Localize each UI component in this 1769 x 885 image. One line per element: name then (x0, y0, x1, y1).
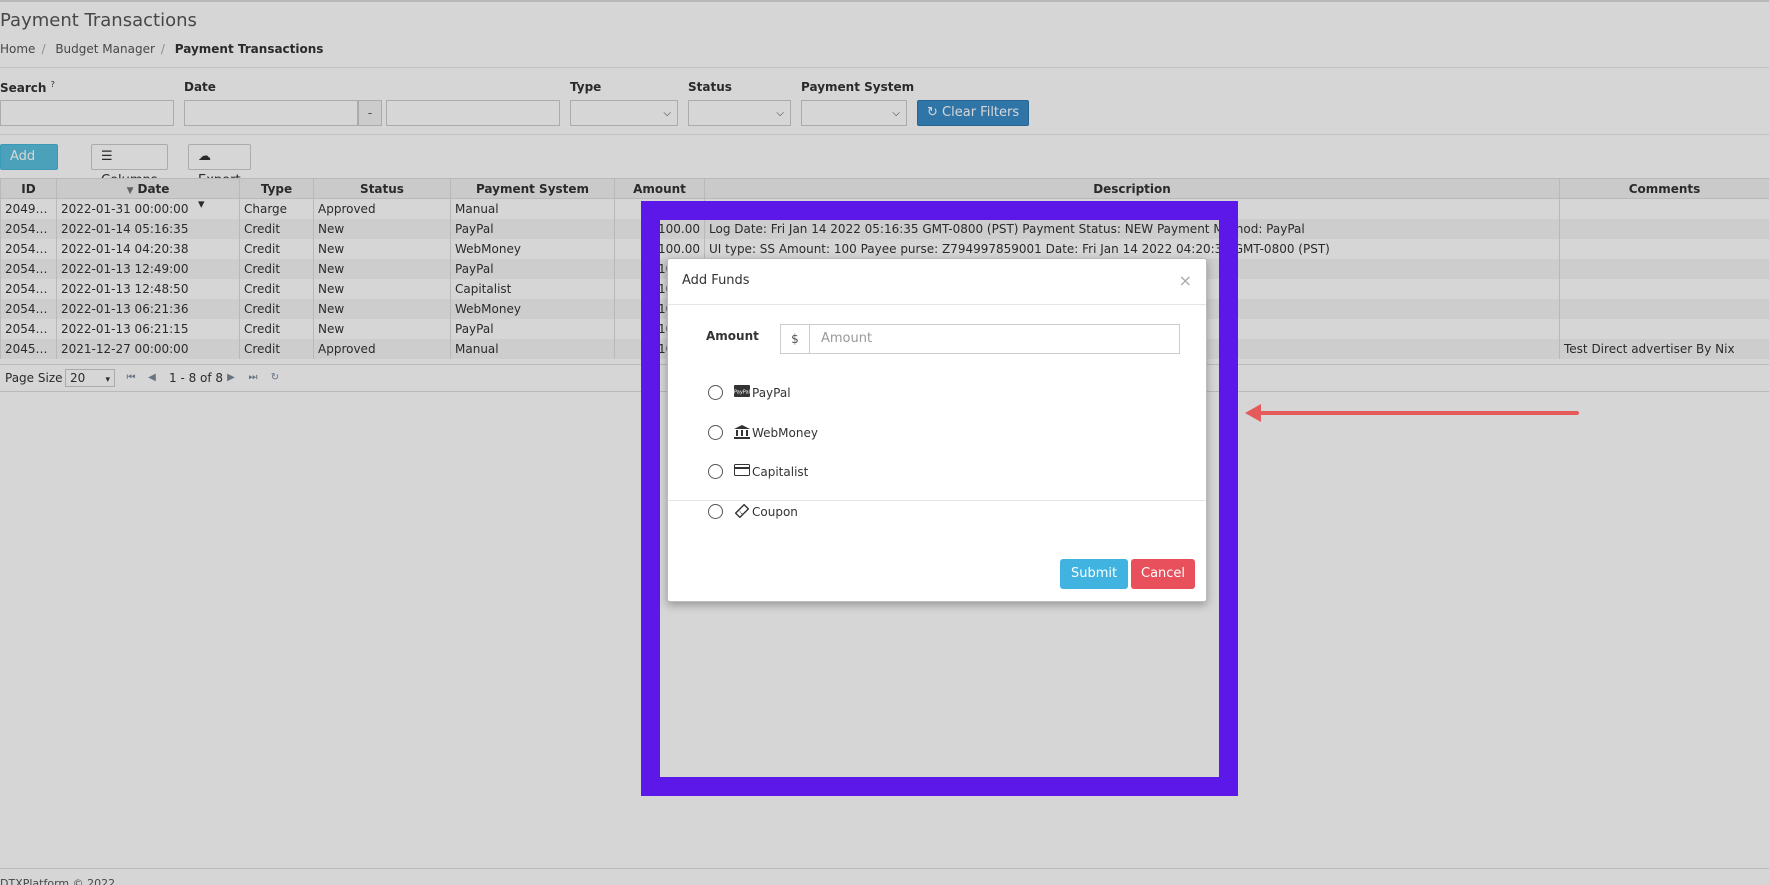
close-icon[interactable]: × (1179, 271, 1192, 290)
bank-icon (734, 425, 750, 439)
modal-title: Add Funds (682, 273, 750, 288)
capitalist-label: Capitalist (752, 465, 809, 479)
radio-paypal[interactable] (708, 385, 723, 400)
annotation-arrow-head (1245, 404, 1261, 422)
paypal-label: PayPal (752, 386, 791, 400)
radio-capitalist[interactable] (708, 464, 723, 479)
coupon-label: Coupon (752, 505, 798, 519)
currency-addon: $ (780, 324, 810, 354)
webmoney-label: WebMoney (752, 426, 818, 440)
cancel-button[interactable]: Cancel (1131, 559, 1196, 589)
submit-button[interactable]: Submit (1060, 559, 1129, 589)
paypal-icon: PayPal (734, 385, 750, 399)
amount-input[interactable]: Amount (810, 324, 1180, 354)
amount-label: Amount (706, 329, 759, 343)
radio-webmoney[interactable] (708, 425, 723, 440)
add-funds-modal: Add Funds × Amount $ Amount PayPal PayPa… (667, 258, 1207, 602)
annotation-arrow (1252, 411, 1579, 415)
modal-header: Add Funds × (668, 259, 1206, 305)
credit-card-icon (734, 464, 750, 478)
svg-text:PayPal: PayPal (734, 390, 750, 396)
radio-coupon[interactable] (708, 504, 723, 519)
ticket-icon (734, 503, 750, 519)
